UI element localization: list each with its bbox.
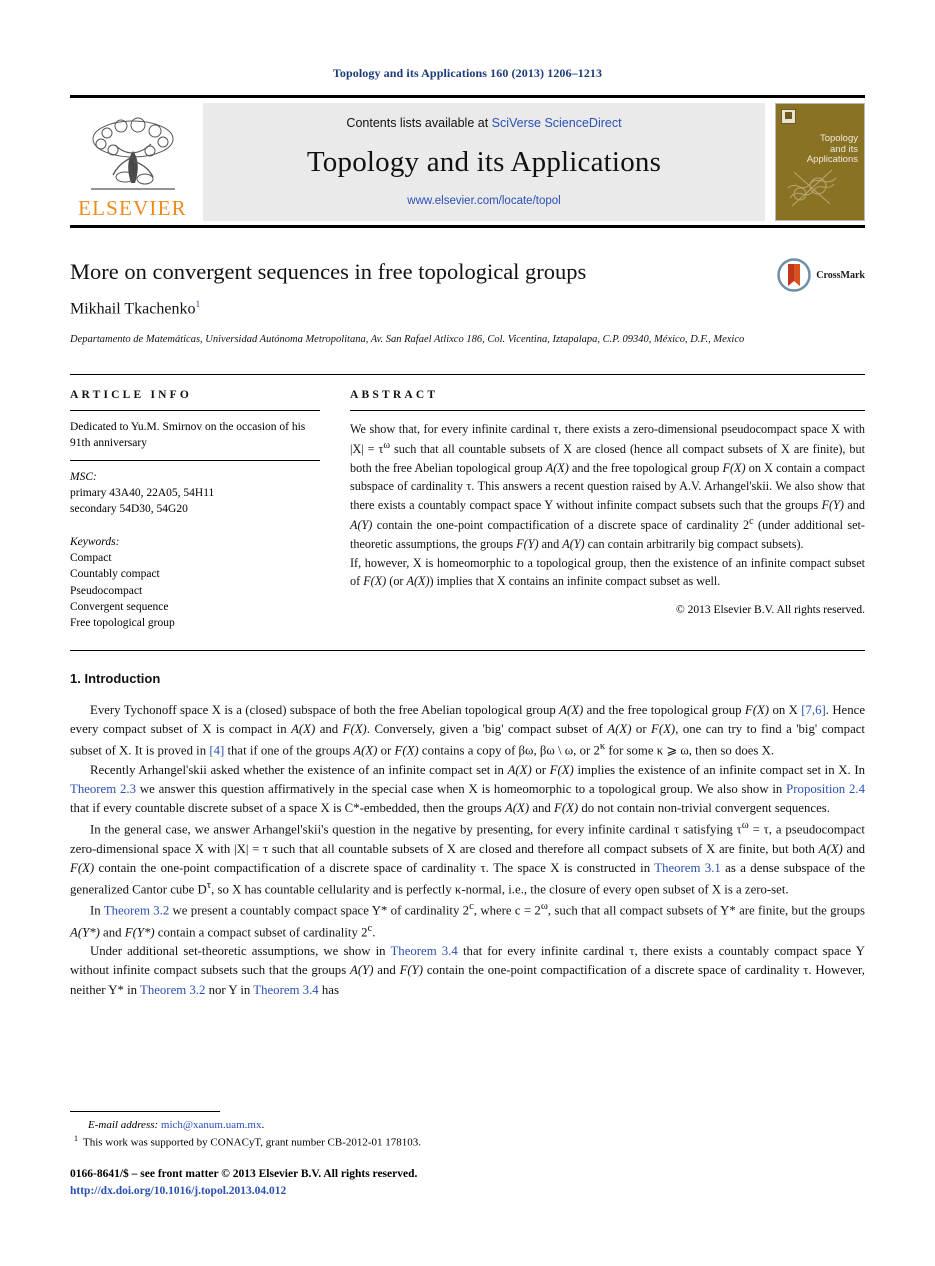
cross-reference-link[interactable]: Theorem 2.3 bbox=[70, 782, 136, 796]
email-link[interactable]: mich@xanum.uam.mx bbox=[161, 1119, 262, 1131]
citation-link[interactable]: [7,6] bbox=[801, 703, 826, 717]
author-label: Mikhail Tkachenko bbox=[70, 300, 196, 318]
doi-link[interactable]: http://dx.doi.org/10.1016/j.topol.2013.0… bbox=[70, 1185, 286, 1197]
contents-available-line: Contents lists available at SciVerse Sci… bbox=[346, 116, 621, 130]
keyword-item: Compact bbox=[70, 552, 112, 565]
footnote-rule bbox=[70, 1110, 220, 1112]
elsevier-wordmark: ELSEVIER bbox=[78, 196, 187, 220]
cross-reference-link[interactable]: Theorem 3.4 bbox=[253, 983, 318, 997]
cross-reference-link[interactable]: Theorem 3.2 bbox=[104, 904, 170, 918]
cover-artwork-icon bbox=[787, 169, 837, 207]
elsevier-tree-icon bbox=[83, 117, 183, 197]
front-matter-line: 0166-8641/$ – see front matter © 2013 El… bbox=[70, 1167, 418, 1180]
journal-title: Topology and its Applications bbox=[306, 146, 662, 178]
journal-article-page: Topology and its Applications 160 (2013)… bbox=[0, 0, 935, 1266]
section-heading-introduction: 1. Introduction bbox=[70, 670, 161, 686]
body-paragraph: Every Tychonoff space X is a (closed) su… bbox=[70, 702, 865, 758]
article-info-heading: ARTICLE INFO bbox=[70, 388, 193, 401]
abstract-body: We show that, for every infinite cardina… bbox=[350, 411, 865, 591]
page-title: More on convergent sequences in free top… bbox=[70, 259, 587, 284]
msc-secondary: secondary 54D30, 54G20 bbox=[70, 503, 188, 516]
keywords-label: Keywords: bbox=[70, 535, 120, 548]
contents-prefix-text: Contents lists available at bbox=[346, 116, 492, 130]
body-paragraph: Under additional set-theoretic assumptio… bbox=[70, 944, 865, 997]
article-dedication: Dedicated to Yu.M. Smirnov on the occasi… bbox=[70, 420, 306, 449]
elsevier-logo: ELSEVIER bbox=[70, 103, 195, 221]
funding-text: This work was supported by CONACyT, gran… bbox=[83, 1137, 422, 1149]
article-info-column: ARTICLE INFO Dedicated to Yu.M. Smirnov … bbox=[70, 389, 320, 632]
keywords-group: Keywords: Compact Countably compact Pseu… bbox=[70, 518, 320, 632]
abstract-paragraph: If, however, X is homeomorphic to a topo… bbox=[350, 555, 865, 589]
msc-primary: primary 43A40, 22A05, 54H11 bbox=[70, 487, 215, 500]
author-name: Mikhail Tkachenko1 bbox=[70, 300, 865, 318]
front-matter-block: 0166-8641/$ – see front matter © 2013 El… bbox=[70, 1166, 865, 1201]
cross-reference-link[interactable]: Theorem 3.1 bbox=[654, 861, 721, 875]
author-affiliation: Departamento de Matemáticas, Universidad… bbox=[70, 334, 745, 346]
abstract-heading: ABSTRACT bbox=[350, 388, 439, 401]
cross-reference-link[interactable]: Theorem 3.2 bbox=[140, 983, 205, 997]
info-abstract-region: ARTICLE INFO Dedicated to Yu.M. Smirnov … bbox=[70, 373, 865, 632]
msc-group: MSC: primary 43A40, 22A05, 54H11 seconda… bbox=[70, 461, 320, 518]
sciencedirect-link[interactable]: SciVerse ScienceDirect bbox=[492, 116, 622, 130]
masthead-bottom-rule bbox=[70, 225, 865, 228]
cover-publisher-badge-icon bbox=[781, 109, 796, 124]
email-label: E-mail address: bbox=[88, 1118, 159, 1131]
introduction-body: Every Tychonoff space X is a (closed) su… bbox=[70, 701, 865, 1000]
abstract-paragraph: We show that, for every infinite cardina… bbox=[350, 421, 866, 551]
journal-masthead: ELSEVIER Contents lists available at Sci… bbox=[70, 95, 865, 221]
author-footnote-marker[interactable]: 1 bbox=[195, 300, 200, 310]
keyword-item: Free topological group bbox=[70, 617, 175, 630]
funding-footnote-marker: 1 bbox=[74, 1134, 78, 1144]
crossmark-label: CrossMark bbox=[816, 269, 865, 281]
running-head: Topology and its Applications 160 (2013)… bbox=[332, 66, 603, 80]
body-paragraph: In Theorem 3.2 we present a countably co… bbox=[70, 901, 865, 940]
keyword-item: Convergent sequence bbox=[70, 601, 169, 614]
citation-link[interactable]: [4] bbox=[209, 743, 224, 757]
abstract-column: ABSTRACT We show that, for every infinit… bbox=[350, 389, 865, 632]
crossmark-badge[interactable]: CrossMark bbox=[777, 258, 865, 292]
journal-homepage-link[interactable]: www.elsevier.com/locate/topol bbox=[407, 195, 560, 207]
masthead-center: Contents lists available at SciVerse Sci… bbox=[203, 103, 765, 221]
journal-cover-thumbnail[interactable]: Topology and its Applications bbox=[775, 103, 865, 221]
title-block: CrossMark More on convergent sequences i… bbox=[70, 258, 865, 348]
cross-reference-link[interactable]: Theorem 3.4 bbox=[390, 944, 457, 958]
msc-label: MSC: bbox=[70, 470, 97, 483]
footnote-region: E-mail address: mich@xanum.uam.mx. 1 This… bbox=[70, 1110, 865, 1201]
cross-reference-link[interactable]: Proposition 2.4 bbox=[786, 782, 865, 796]
body-paragraph: In the general case, we answer Arhangel'… bbox=[70, 820, 866, 897]
body-paragraph: Recently Arhangel'skii asked whether the… bbox=[70, 762, 866, 815]
funding-footnote: 1 This work was supported by CONACyT, gra… bbox=[70, 1133, 865, 1151]
crossmark-icon bbox=[777, 258, 812, 292]
body-top-rule bbox=[70, 649, 865, 651]
keyword-item: Countably compact bbox=[70, 568, 160, 581]
introduction-section: 1. Introduction Every Tychonoff space X … bbox=[70, 671, 865, 1000]
abstract-copyright: © 2013 Elsevier B.V. All rights reserved… bbox=[676, 603, 865, 616]
email-footnote: E-mail address: mich@xanum.uam.mx. bbox=[70, 1117, 865, 1134]
email-period: . bbox=[261, 1118, 265, 1131]
keyword-item: Pseudocompact bbox=[70, 584, 143, 597]
